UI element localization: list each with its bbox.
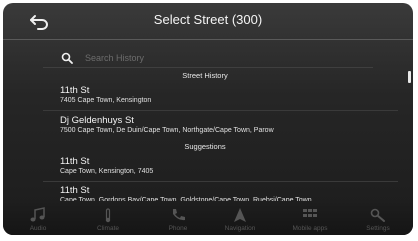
- header: Select Street (300): [3, 3, 413, 40]
- settings-icon: [370, 208, 385, 222]
- nav-mobile-apps[interactable]: Mobile apps: [279, 201, 341, 235]
- list-item[interactable]: Dj Geldenhuys St 7500 Cape Town, De Duin…: [60, 115, 400, 136]
- street-name: Dj Geldenhuys St: [60, 115, 134, 126]
- nav-screen: Select Street (300) Street History 11th …: [3, 3, 413, 235]
- music-note-icon: [30, 207, 45, 222]
- divider: [43, 110, 398, 111]
- divider: [43, 181, 398, 182]
- street-name: 11th St: [60, 185, 90, 196]
- back-arrow-icon: [30, 15, 48, 30]
- search-icon: [61, 52, 73, 64]
- search-bar[interactable]: [43, 49, 373, 67]
- street-address: Cape Town, Kensington, 7405: [60, 168, 154, 175]
- street-name: 11th St: [60, 156, 90, 167]
- nav-settings[interactable]: Settings: [347, 201, 409, 235]
- street-name: 11th St: [60, 85, 90, 96]
- nav-label: Navigation: [224, 225, 256, 232]
- nav-label: Audio: [29, 225, 47, 232]
- list-item[interactable]: 11th St Cape Town, Kensington, 7405: [60, 156, 400, 177]
- nav-label: Climate: [96, 225, 120, 232]
- nav-navigation[interactable]: Navigation: [209, 201, 271, 235]
- search-underline: [43, 67, 373, 68]
- nav-climate[interactable]: Climate: [77, 201, 139, 235]
- back-button[interactable]: [25, 11, 53, 33]
- scrollbar-thumb[interactable]: [408, 71, 411, 83]
- nav-label: Mobile apps: [292, 225, 328, 232]
- list-item[interactable]: 11th St 7405 Cape Town, Kensington: [60, 85, 400, 106]
- nav-phone[interactable]: Phone: [147, 201, 209, 235]
- section-header-suggestions: Suggestions: [184, 142, 226, 151]
- page-title: Select Street (300): [153, 12, 263, 27]
- section-header-history: Street History: [182, 71, 228, 80]
- nav-audio[interactable]: Audio: [7, 201, 69, 235]
- climate-icon: [105, 208, 111, 223]
- street-address: 7500 Cape Town, De Duin/Cape Town, North…: [60, 127, 274, 134]
- street-address: 7405 Cape Town, Kensington: [60, 97, 152, 104]
- nav-label: Settings: [366, 225, 390, 232]
- navigation-icon: [234, 208, 246, 222]
- phone-icon: [173, 209, 185, 221]
- search-input[interactable]: [83, 52, 367, 64]
- nav-label: Phone: [168, 225, 188, 232]
- apps-grid-icon: [303, 209, 317, 217]
- bottom-nav-bar: Audio Climate Phone Navigation Mobile ap…: [3, 201, 413, 235]
